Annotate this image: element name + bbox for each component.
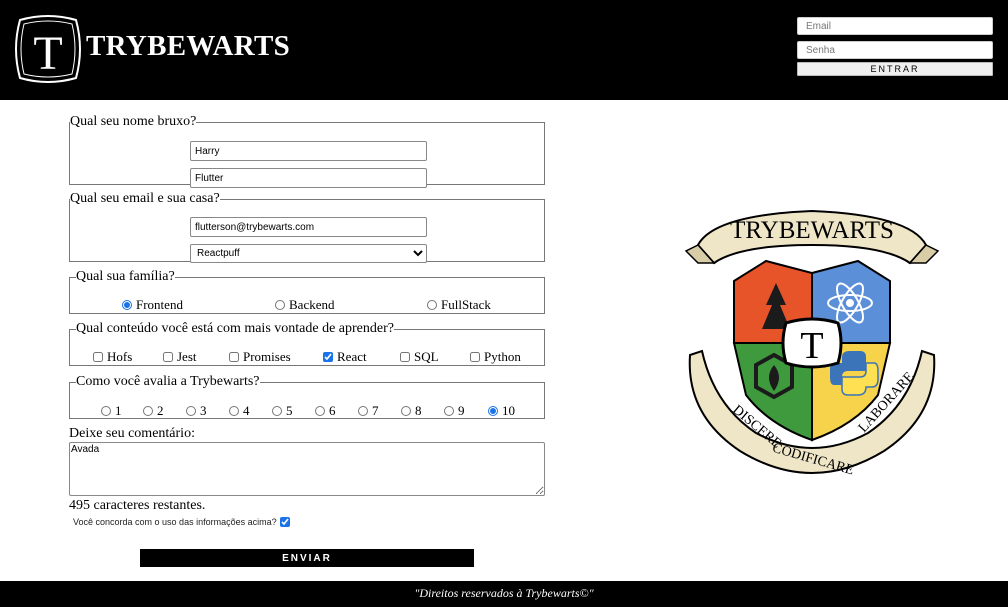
family-radio-backend[interactable] <box>275 300 285 310</box>
content-option-promises[interactable]: Promises <box>229 349 291 365</box>
rating-radio-3[interactable] <box>186 406 196 416</box>
last-name-input[interactable] <box>190 168 427 188</box>
content-label-hofs: Hofs <box>107 349 133 364</box>
characters-remaining: 495 caracteres restantes. <box>69 498 206 513</box>
email-house-legend: Qual seu email e sua casa? <box>70 191 220 206</box>
content-fieldset: Qual conteúdo você está com mais vontade… <box>69 321 545 366</box>
comment-textarea[interactable]: Avada <box>69 442 545 496</box>
comment-label: Deixe seu comentário: <box>69 426 195 441</box>
content-option-react[interactable]: React <box>323 349 367 365</box>
rating-option-4[interactable]: 4 <box>229 403 250 419</box>
content-label-promises: Promises <box>243 349 291 364</box>
family-fieldset: Qual sua família? Frontend Backend FullS… <box>69 269 545 314</box>
family-option-backend[interactable]: Backend <box>275 297 334 313</box>
content-checkbox-sql[interactable] <box>400 352 410 362</box>
rating-label-10: 10 <box>502 403 515 418</box>
rating-option-7[interactable]: 7 <box>358 403 379 419</box>
rating-radio-2[interactable] <box>143 406 153 416</box>
submit-button[interactable]: ENVIAR <box>140 549 474 567</box>
agreement-option[interactable]: Você concorda com o uso das informações … <box>73 517 290 527</box>
trybewarts-crest-icon: TRYBEWARTS T DISCERE CODIFICARE LABORARE <box>684 205 940 480</box>
rating-radio-4[interactable] <box>229 406 239 416</box>
rating-radio-6[interactable] <box>315 406 325 416</box>
login-submit-button[interactable]: ENTRAR <box>797 62 993 76</box>
header: T TRYBEWARTS ENTRAR <box>0 0 1008 100</box>
agreement-checkbox[interactable] <box>279 517 290 527</box>
rating-radio-8[interactable] <box>401 406 411 416</box>
name-legend: Qual seu nome bruxo? <box>70 114 197 129</box>
trybewarts-logo-icon: T <box>14 14 82 84</box>
rating-label-8: 8 <box>415 403 422 418</box>
footer-text: "Direitos reservados à Trybewarts©" <box>414 586 594 600</box>
family-option-fullstack[interactable]: FullStack <box>427 297 491 313</box>
content-option-hofs[interactable]: Hofs <box>93 349 132 365</box>
content-option-jest[interactable]: Jest <box>163 349 197 365</box>
rating-label-1: 1 <box>115 403 122 418</box>
rating-label-4: 4 <box>243 403 250 418</box>
rating-radio-9[interactable] <box>444 406 454 416</box>
rating-label-2: 2 <box>157 403 164 418</box>
rating-label-5: 5 <box>286 403 293 418</box>
rating-label-7: 7 <box>372 403 379 418</box>
email-input[interactable] <box>190 217 427 237</box>
family-legend: Qual sua família? <box>76 269 175 284</box>
content-label-jest: Jest <box>177 349 197 364</box>
crest-banner-text: TRYBEWARTS <box>730 217 894 244</box>
login-email-input[interactable] <box>797 17 993 35</box>
content-checkbox-jest[interactable] <box>163 352 173 362</box>
rating-label-9: 9 <box>458 403 465 418</box>
content-option-sql[interactable]: SQL <box>400 349 439 365</box>
logo-letter: T <box>33 27 62 80</box>
content-legend: Qual conteúdo você está com mais vontade… <box>76 321 394 336</box>
family-radio-fullstack[interactable] <box>427 300 437 310</box>
family-label-frontend: Frontend <box>136 297 183 312</box>
content-checkbox-hofs[interactable] <box>93 352 103 362</box>
brand-title: TRYBEWARTS <box>86 30 291 62</box>
content-checkbox-promises[interactable] <box>229 352 239 362</box>
rating-option-3[interactable]: 3 <box>186 403 207 419</box>
content-label-python: Python <box>484 349 521 364</box>
rating-radio-5[interactable] <box>272 406 282 416</box>
rating-radio-10[interactable] <box>488 406 498 416</box>
rating-option-5[interactable]: 5 <box>272 403 293 419</box>
rating-legend: Como você avalia a Trybewarts? <box>76 374 260 389</box>
family-option-frontend[interactable]: Frontend <box>122 297 183 313</box>
rating-option-10[interactable]: 10 <box>488 403 515 419</box>
house-select[interactable]: Reactpuff <box>190 244 427 263</box>
content-option-python[interactable]: Python <box>470 349 521 365</box>
agreement-label: Você concorda com o uso das informações … <box>73 517 277 527</box>
rating-radio-1[interactable] <box>101 406 111 416</box>
rating-option-9[interactable]: 9 <box>444 403 465 419</box>
rating-radio-7[interactable] <box>358 406 368 416</box>
family-label-fullstack: FullStack <box>441 297 491 312</box>
crest-center-letter: T <box>800 325 823 367</box>
name-fieldset: Qual seu nome bruxo? <box>69 114 545 188</box>
login-password-input[interactable] <box>797 41 993 59</box>
family-label-backend: Backend <box>289 297 335 312</box>
email-house-fieldset: Qual seu email e sua casa? Reactpuff <box>69 191 545 263</box>
content-checkbox-react[interactable] <box>323 352 333 362</box>
rating-label-3: 3 <box>200 403 207 418</box>
first-name-input[interactable] <box>190 141 427 161</box>
family-radio-frontend[interactable] <box>122 300 132 310</box>
rating-option-6[interactable]: 6 <box>315 403 336 419</box>
rating-option-8[interactable]: 8 <box>401 403 422 419</box>
rating-fieldset: Como você avalia a Trybewarts? 1 2 3 4 5… <box>69 374 545 419</box>
content-checkbox-python[interactable] <box>470 352 480 362</box>
rating-option-2[interactable]: 2 <box>143 403 164 419</box>
footer: "Direitos reservados à Trybewarts©" <box>0 581 1008 607</box>
rating-option-1[interactable]: 1 <box>101 403 122 419</box>
content-label-sql: SQL <box>414 349 439 364</box>
rating-label-6: 6 <box>329 403 336 418</box>
content-label-react: React <box>337 349 367 364</box>
